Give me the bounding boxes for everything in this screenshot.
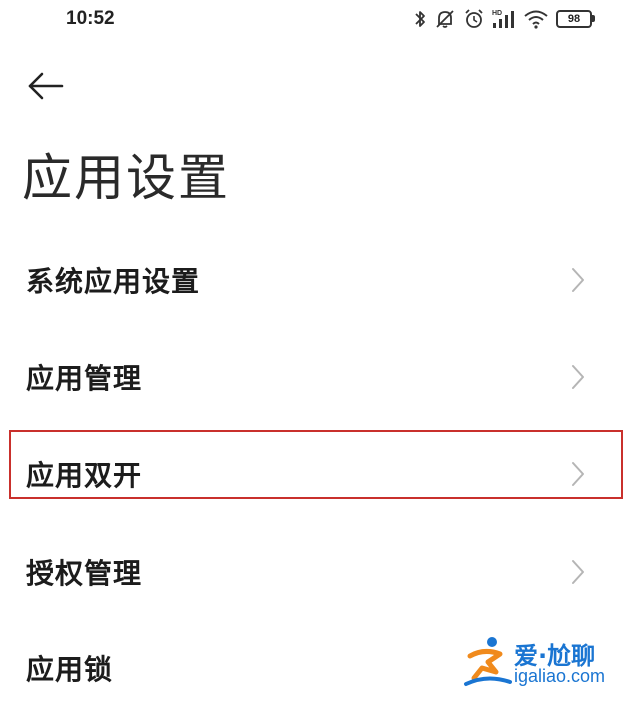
- menu-item-app-management[interactable]: 应用管理: [0, 329, 634, 425]
- menu-item-label: 应用锁: [26, 653, 114, 686]
- menu-item-label: 授权管理: [26, 557, 143, 590]
- back-arrow-icon: [26, 71, 66, 105]
- mute-bell-icon: [434, 8, 456, 30]
- menu-item-label: 应用双开: [26, 459, 143, 492]
- alarm-icon: [463, 8, 485, 30]
- menu-item-dual-apps[interactable]: 应用双开: [0, 426, 634, 522]
- chevron-right-icon: [570, 460, 586, 488]
- hd-signal-icon: HD: [492, 8, 516, 30]
- status-time: 10:52: [66, 8, 115, 29]
- status-bar: 10:52 HD 98: [0, 0, 634, 40]
- page-title: 应用设置: [22, 149, 230, 207]
- app-settings-screen: 10:52 HD 98 应用设置 系统应用设置 应用管理 应用双开 授权管理 应…: [0, 0, 634, 703]
- status-icons: HD 98: [413, 6, 595, 32]
- chevron-right-icon: [570, 363, 586, 391]
- menu-item-label: 系统应用设置: [26, 265, 201, 298]
- menu-item-system-app-settings[interactable]: 系统应用设置: [0, 232, 634, 328]
- bluetooth-icon: [413, 9, 427, 29]
- wifi-icon: [523, 9, 549, 29]
- chevron-right-icon: [570, 558, 586, 586]
- battery-icon: 98: [556, 10, 595, 28]
- watermark-text-url: igaliao.com: [514, 666, 606, 686]
- menu-item-label: 应用管理: [26, 362, 143, 395]
- watermark-logo: 爱·尬聊 igaliao.com: [462, 632, 622, 692]
- svg-text:HD: HD: [492, 10, 502, 17]
- menu-item-permission-management[interactable]: 授权管理: [0, 524, 634, 620]
- chevron-right-icon: [570, 266, 586, 294]
- back-button[interactable]: [24, 66, 68, 110]
- battery-level: 98: [567, 13, 581, 25]
- watermark-figure-icon: [462, 634, 512, 694]
